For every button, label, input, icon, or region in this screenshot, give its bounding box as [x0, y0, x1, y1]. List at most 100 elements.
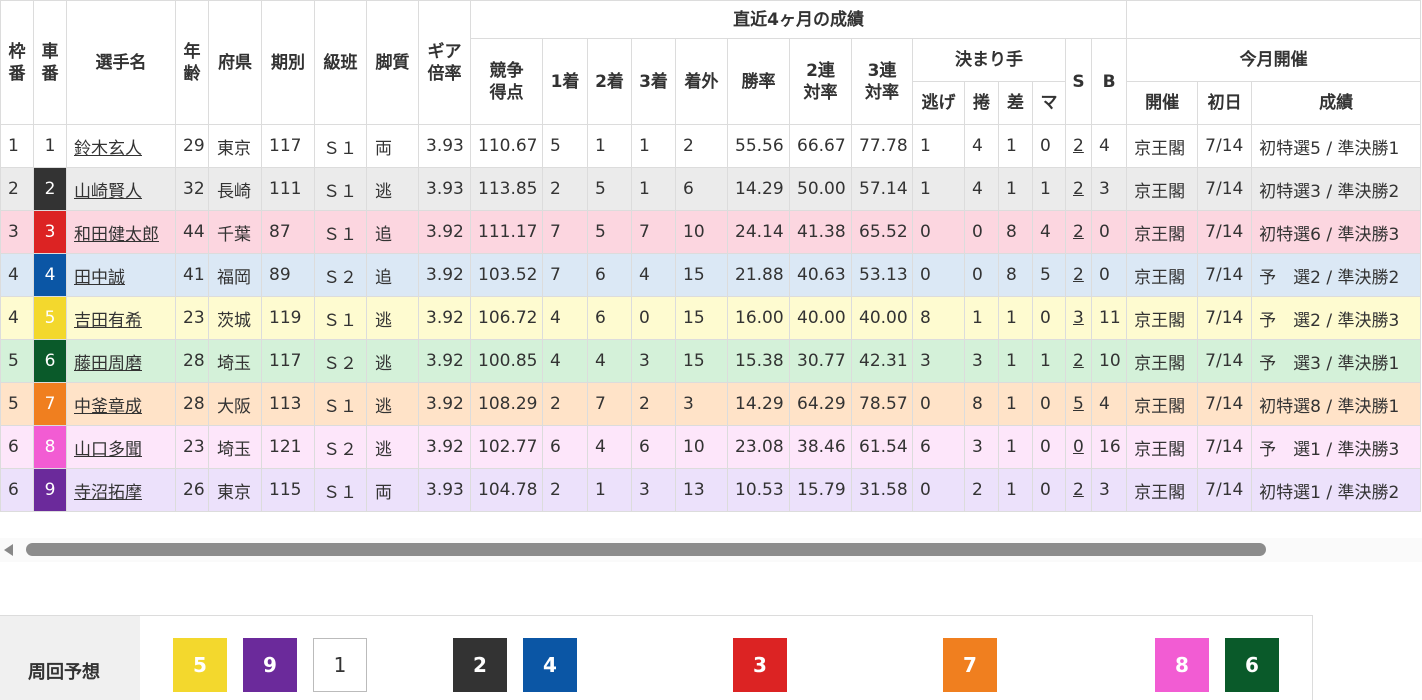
cell-second-cell: 4: [587, 339, 632, 383]
cell-results-cell: 予 選2 / 準決勝2: [1251, 253, 1422, 297]
racer-name-cell: 山崎賢人: [66, 167, 176, 211]
cell-pref-cell: 東京: [208, 468, 262, 512]
col-gear-line1: ギア: [427, 41, 462, 62]
cell-gear-cell: 3.92: [418, 210, 471, 254]
cell-b-cell: 16: [1090, 425, 1128, 469]
cell-third-cell: 1: [631, 167, 676, 211]
racer-name-link[interactable]: 和田健太郎: [74, 225, 159, 245]
cell-nige-cell: 3: [912, 339, 965, 383]
cell-waku-cell: 2: [0, 167, 34, 211]
col-win-rate: 勝率: [727, 38, 790, 125]
cell-first-day-cell: 7/14: [1197, 296, 1253, 340]
cell-gear-cell: 3.92: [418, 425, 471, 469]
cell-nige-cell: 8: [912, 296, 965, 340]
cell-class-cell: Ｓ２: [314, 339, 367, 383]
cell-class-cell: Ｓ１: [314, 167, 367, 211]
s-count-link[interactable]: 3: [1073, 308, 1084, 328]
s-count-link[interactable]: 2: [1073, 351, 1084, 371]
cell-rate3-cell: 61.54: [851, 425, 913, 469]
cell-rate3-cell: 53.13: [851, 253, 913, 297]
horizontal-scrollbar[interactable]: [0, 538, 1422, 562]
cell-style-cell: 両: [366, 124, 419, 168]
s-count-link[interactable]: 0: [1073, 437, 1084, 457]
s-count-link[interactable]: 2: [1073, 222, 1084, 242]
scroll-left-arrow-icon[interactable]: [4, 544, 13, 556]
cell-makuri-cell: 2: [964, 468, 999, 512]
prediction-car-1: 1: [313, 638, 367, 692]
group-recent: 直近4ヶ月の成績: [469, 0, 1128, 39]
prediction-label-cell: 周回予想: [0, 616, 140, 700]
col-second: 2着: [587, 38, 632, 125]
group-month-title: 今月開催: [1126, 38, 1422, 82]
cell-second-cell: 6: [587, 253, 632, 297]
cell-nige-cell: 0: [912, 468, 965, 512]
col-score: 競争 得点: [470, 38, 543, 125]
cell-gear-cell: 3.92: [418, 382, 471, 426]
cell-class-cell: Ｓ１: [314, 382, 367, 426]
scroll-thumb[interactable]: [26, 543, 1266, 556]
cell-third-cell: 6: [631, 425, 676, 469]
racer-name-link[interactable]: 山崎賢人: [74, 182, 142, 202]
s-count-link[interactable]: 2: [1073, 265, 1084, 285]
cell-pref-cell: 長崎: [208, 167, 262, 211]
cell-age-cell: 28: [175, 339, 209, 383]
racer-row: 6 8 山口多聞 23 埼玉 121 Ｓ２ 逃 3.92 102.77 6 4 6 10 23.08 38.4…: [0, 425, 1422, 469]
col-sha: 車番: [33, 0, 67, 125]
col-waku-line2: 番: [8, 63, 26, 84]
cell-rate2-cell: 15.79: [789, 468, 852, 512]
cell-third-cell: 7: [631, 210, 676, 254]
car-number: 3: [33, 210, 67, 254]
col-age: 年齢: [175, 0, 209, 125]
racer-name-link[interactable]: 山口多聞: [74, 440, 142, 460]
cell-rate3-cell: 65.52: [851, 210, 913, 254]
cell-b-cell: 11: [1090, 296, 1128, 340]
s-count-link[interactable]: 2: [1073, 480, 1084, 500]
s-count-link[interactable]: 5: [1073, 394, 1084, 414]
cell-win-rate-cell: 14.29: [727, 167, 790, 211]
cell-win-rate-cell: 55.56: [727, 124, 790, 168]
cell-waku-cell: 3: [0, 210, 34, 254]
cell-waku-cell: 4: [0, 296, 34, 340]
racer-name-link[interactable]: 吉田有希: [74, 311, 142, 331]
prediction-car-4: 4: [523, 638, 577, 692]
cell-sashi-cell: 1: [998, 167, 1033, 211]
racer-name-link[interactable]: 藤田周磨: [74, 354, 142, 374]
cell-b-cell: 10: [1090, 339, 1128, 383]
s-count-cell: 0: [1065, 425, 1092, 469]
cell-first-cell: 4: [542, 339, 588, 383]
cell-venue-cell: 京王閣: [1126, 339, 1199, 383]
cell-ma-cell: 0: [1032, 468, 1066, 512]
cell-third-cell: 0: [631, 296, 676, 340]
racer-name-cell: 田中誠: [66, 253, 176, 297]
racer-row: 2 2 山崎賢人 32 長崎 111 Ｓ１ 逃 3.93 113.85 2 5 1 6 14.29 50.00…: [0, 167, 1422, 211]
cell-first-cell: 4: [542, 296, 588, 340]
s-count-cell: 5: [1065, 382, 1092, 426]
col-term: 期別: [261, 0, 315, 125]
col-gear-line2: 倍率: [427, 63, 462, 84]
cell-sashi-cell: 8: [998, 210, 1033, 254]
racer-name-link[interactable]: 寺沼拓摩: [74, 483, 142, 503]
cell-pref-cell: 埼玉: [208, 339, 262, 383]
cell-out-cell: 3: [675, 382, 728, 426]
cell-out-cell: 6: [675, 167, 728, 211]
prediction-car-3: 3: [733, 638, 787, 692]
cell-term-cell: 89: [261, 253, 315, 297]
s-count-link[interactable]: 2: [1073, 179, 1084, 199]
cell-ma-cell: 0: [1032, 382, 1066, 426]
racer-name-link[interactable]: 中釜章成: [74, 397, 142, 417]
s-count-link[interactable]: 2: [1073, 136, 1084, 156]
s-count-cell: 2: [1065, 210, 1092, 254]
col-s: S: [1065, 38, 1092, 125]
cell-nige-cell: 0: [912, 253, 965, 297]
cell-out-cell: 10: [675, 425, 728, 469]
cell-out-cell: 10: [675, 210, 728, 254]
racer-name-link[interactable]: 鈴木玄人: [74, 139, 142, 159]
cell-rate2-cell: 50.00: [789, 167, 852, 211]
cell-style-cell: 逃: [366, 339, 419, 383]
cell-age-cell: 26: [175, 468, 209, 512]
cell-first-day-cell: 7/14: [1197, 253, 1253, 297]
group-month: [1126, 0, 1422, 39]
racer-name-link[interactable]: 田中誠: [74, 268, 125, 288]
cell-class-cell: Ｓ１: [314, 210, 367, 254]
col-sha-line2: 番: [41, 63, 59, 84]
